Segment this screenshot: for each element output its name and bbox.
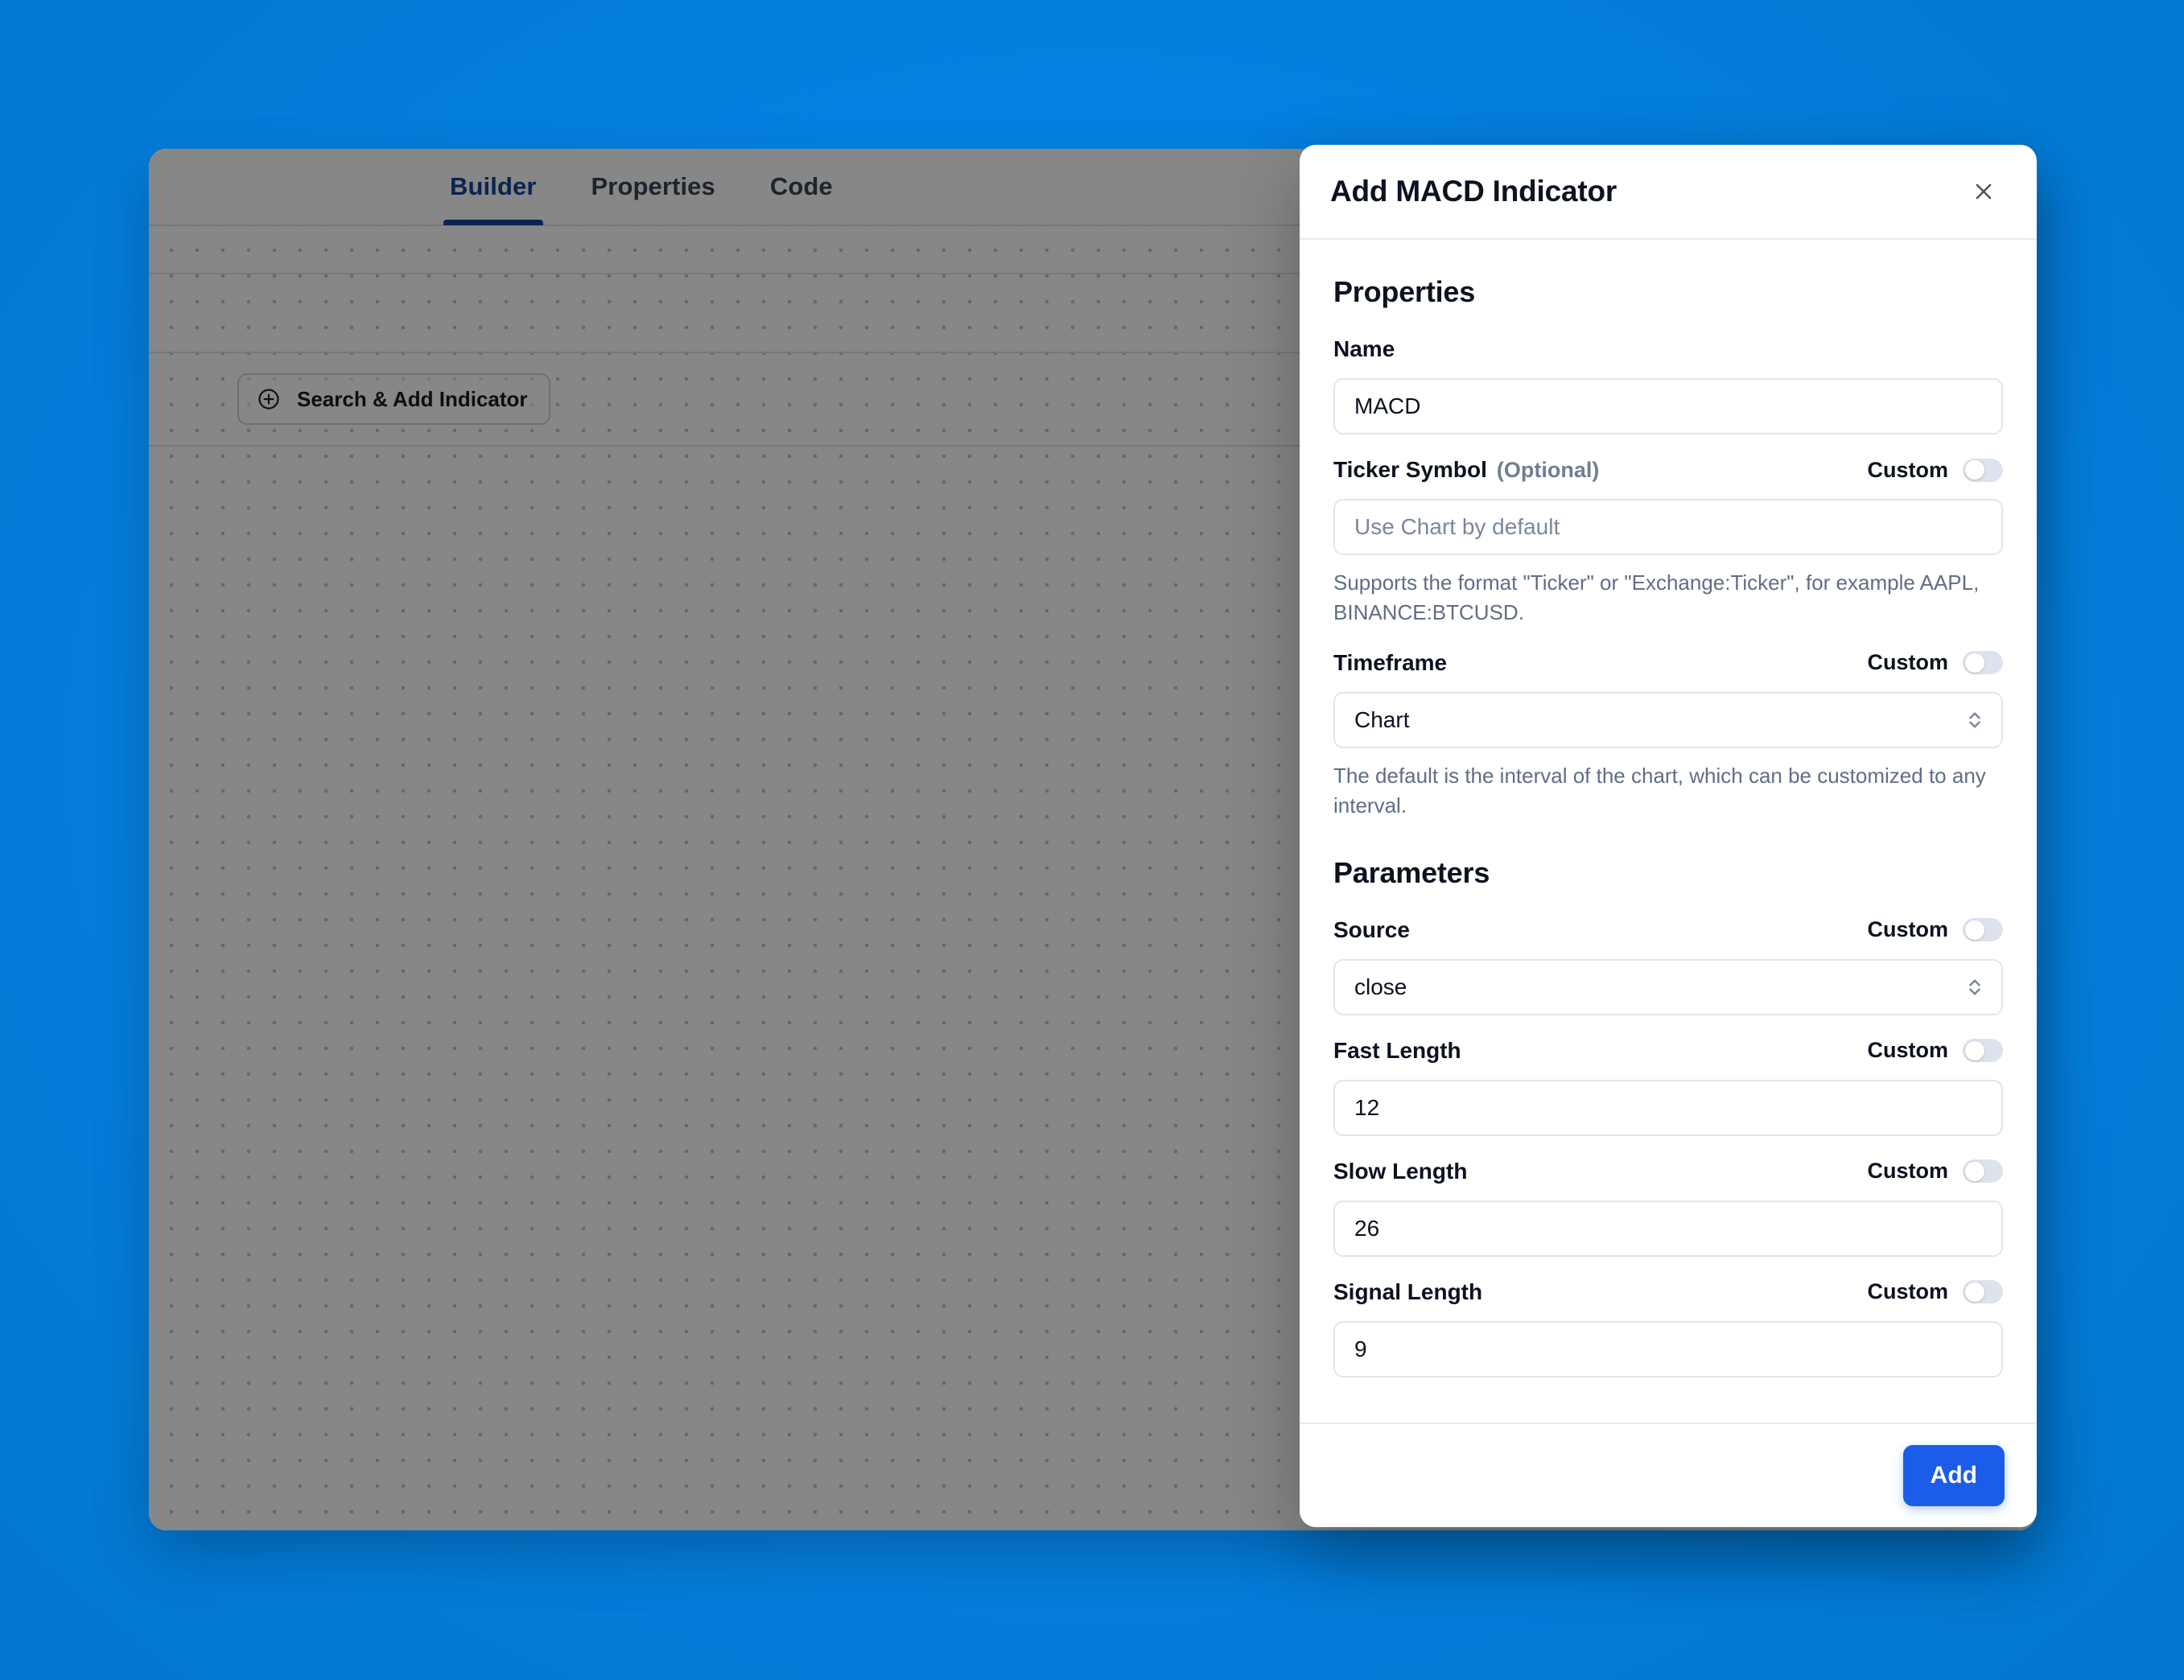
slow-length-custom-control: Custom (1867, 1159, 2003, 1184)
add-button[interactable]: Add (1902, 1445, 2005, 1506)
source-select[interactable]: close (1333, 958, 2003, 1015)
tab-code-label: Code (769, 172, 833, 200)
timeframe-custom-toggle[interactable] (1963, 651, 2003, 675)
field-slow-length: Slow Length Custom 26 (1333, 1154, 2003, 1257)
search-add-indicator-label: Search & Add Indicator (297, 386, 528, 411)
signal-length-input[interactable]: 9 (1333, 1320, 2003, 1377)
source-custom-toggle[interactable] (1963, 918, 2003, 942)
field-fast-length-head: Fast Length Custom (1333, 1033, 2003, 1069)
field-source-head: Source Custom (1333, 912, 2003, 948)
field-signal-length-head: Signal Length Custom (1333, 1274, 2003, 1310)
dialog-header: Add MACD Indicator (1300, 145, 2037, 240)
tab-builder[interactable]: Builder (422, 149, 564, 225)
field-name: Name MACD (1333, 331, 2003, 434)
slow-length-custom-label: Custom (1867, 1159, 1949, 1184)
field-fast-length: Fast Length Custom 12 (1333, 1033, 2003, 1136)
timeframe-custom-label: Custom (1867, 650, 1949, 675)
ticker-custom-control: Custom (1867, 457, 2003, 483)
source-custom-label: Custom (1867, 917, 1949, 942)
tab-properties[interactable]: Properties (564, 149, 743, 225)
name-input[interactable]: MACD (1333, 378, 2003, 434)
search-add-indicator-button[interactable]: Search & Add Indicator (237, 373, 550, 425)
field-ticker-symbol: Ticker Symbol (Optional) Custom Use Char… (1333, 452, 2003, 628)
field-name-label: Name (1333, 336, 1395, 361)
timeframe-custom-control: Custom (1867, 650, 2003, 675)
field-signal-length: Signal Length Custom 9 (1333, 1274, 2003, 1377)
source-select-wrap: close (1333, 958, 2003, 1015)
field-slow-length-head: Slow Length Custom (1333, 1154, 2003, 1189)
fast-length-custom-toggle[interactable] (1963, 1039, 2003, 1063)
field-slow-length-label: Slow Length (1333, 1158, 1468, 1184)
field-signal-length-label: Signal Length (1333, 1279, 1483, 1304)
dialog-footer: Add (1300, 1423, 2037, 1527)
field-timeframe-label: Timeframe (1333, 649, 1448, 675)
add-indicator-dialog: Add MACD Indicator Properties Name MACD … (1300, 145, 2037, 1527)
signal-length-custom-toggle[interactable] (1963, 1280, 2003, 1304)
fast-length-custom-label: Custom (1867, 1038, 1949, 1063)
slow-length-custom-toggle[interactable] (1963, 1159, 2003, 1184)
tab-code[interactable]: Code (743, 149, 860, 225)
slow-length-input[interactable]: 26 (1333, 1200, 2003, 1257)
field-timeframe-head: Timeframe Custom (1333, 645, 2003, 681)
field-source: Source Custom close (1333, 912, 2003, 1015)
timeframe-hint: The default is the interval of the chart… (1333, 763, 1986, 817)
dialog-body: Properties Name MACD Ticker Symbol (Opti… (1300, 240, 2037, 1423)
tab-properties-label: Properties (591, 172, 715, 200)
field-fast-length-label: Fast Length (1333, 1037, 1461, 1063)
source-custom-control: Custom (1867, 917, 2003, 942)
field-name-head: Name (1333, 331, 2003, 367)
timeframe-select-wrap: Chart (1333, 691, 2003, 748)
signal-length-custom-control: Custom (1867, 1279, 2003, 1304)
signal-length-custom-label: Custom (1867, 1279, 1949, 1304)
field-ticker-head: Ticker Symbol (Optional) Custom (1333, 452, 2003, 488)
plus-circle-icon (257, 387, 281, 411)
parameters-section-title: Parameters (1333, 855, 1490, 889)
dialog-title: Add MACD Indicator (1330, 175, 1617, 208)
properties-section-title: Properties (1333, 275, 1476, 308)
fast-length-input[interactable]: 12 (1333, 1079, 2003, 1136)
ticker-symbol-input[interactable]: Use Chart by default (1333, 499, 2003, 555)
field-ticker-optional: (Optional) (1496, 458, 1600, 482)
field-ticker-label: Ticker Symbol (Optional) (1333, 457, 1600, 482)
field-timeframe: Timeframe Custom Chart The default is th… (1333, 645, 2003, 821)
ticker-custom-toggle[interactable] (1963, 458, 2003, 482)
fast-length-custom-control: Custom (1867, 1038, 2003, 1063)
tab-builder-label: Builder (450, 172, 537, 200)
close-icon[interactable] (1963, 171, 2005, 212)
ticker-custom-label: Custom (1867, 457, 1949, 482)
ticker-symbol-hint: Supports the format "Ticker" or "Exchang… (1333, 570, 1980, 624)
timeframe-select[interactable]: Chart (1333, 691, 2003, 748)
field-source-label: Source (1333, 916, 1410, 942)
